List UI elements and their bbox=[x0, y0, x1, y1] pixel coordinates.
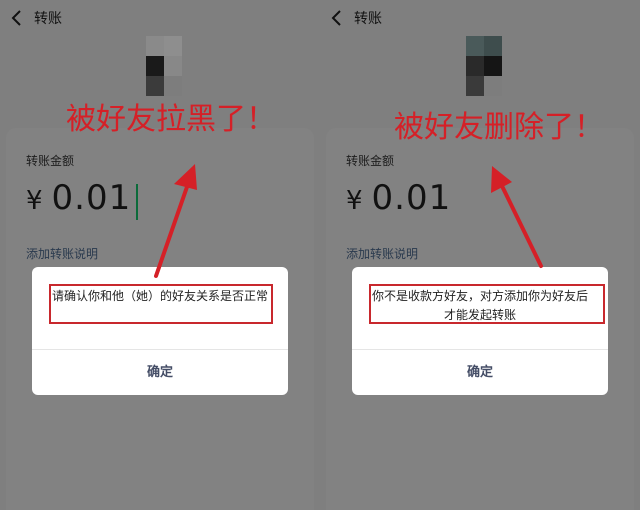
amount-value: 0.01 bbox=[51, 178, 132, 218]
add-remark-link[interactable]: 添加转账说明 bbox=[346, 245, 418, 262]
amount-label: 转账金额 bbox=[346, 154, 395, 168]
currency-symbol: ¥ bbox=[346, 186, 364, 216]
page-title: 转账 bbox=[354, 11, 382, 27]
confirm-button[interactable]: 确定 bbox=[32, 350, 288, 395]
confirm-button[interactable]: 确定 bbox=[352, 350, 608, 395]
amount-value: 0.01 bbox=[371, 178, 452, 218]
page-title: 转账 bbox=[34, 11, 62, 27]
annotation-text: 被好友删除了！ bbox=[394, 110, 604, 145]
add-remark-link[interactable]: 添加转账说明 bbox=[26, 245, 98, 262]
annotation-text: 被好友拉黑了！ bbox=[66, 102, 276, 137]
chevron-left-icon[interactable] bbox=[8, 8, 26, 28]
highlight-box bbox=[369, 284, 605, 324]
currency-symbol: ¥ bbox=[26, 186, 44, 216]
amount-field[interactable]: ¥0.01 bbox=[26, 178, 131, 218]
amount-label: 转账金额 bbox=[26, 154, 75, 168]
highlight-box bbox=[49, 284, 273, 324]
amount-field[interactable]: ¥0.01 bbox=[346, 178, 451, 218]
navigation-bar: 转账 bbox=[0, 0, 320, 36]
transfer-screen-right: 转账 转账金额 ¥0.01 添加转账说明 你不是收款方好友，对方添加你为好友后才… bbox=[320, 0, 640, 510]
chevron-left-icon[interactable] bbox=[328, 8, 346, 28]
navigation-bar: 转账 bbox=[320, 0, 640, 36]
transfer-screen-left: 转账 转账金额 ¥0.01 添加转账说明 请确认你和他（她）的好友关系是否正常 … bbox=[0, 0, 320, 510]
text-caret bbox=[136, 184, 138, 220]
